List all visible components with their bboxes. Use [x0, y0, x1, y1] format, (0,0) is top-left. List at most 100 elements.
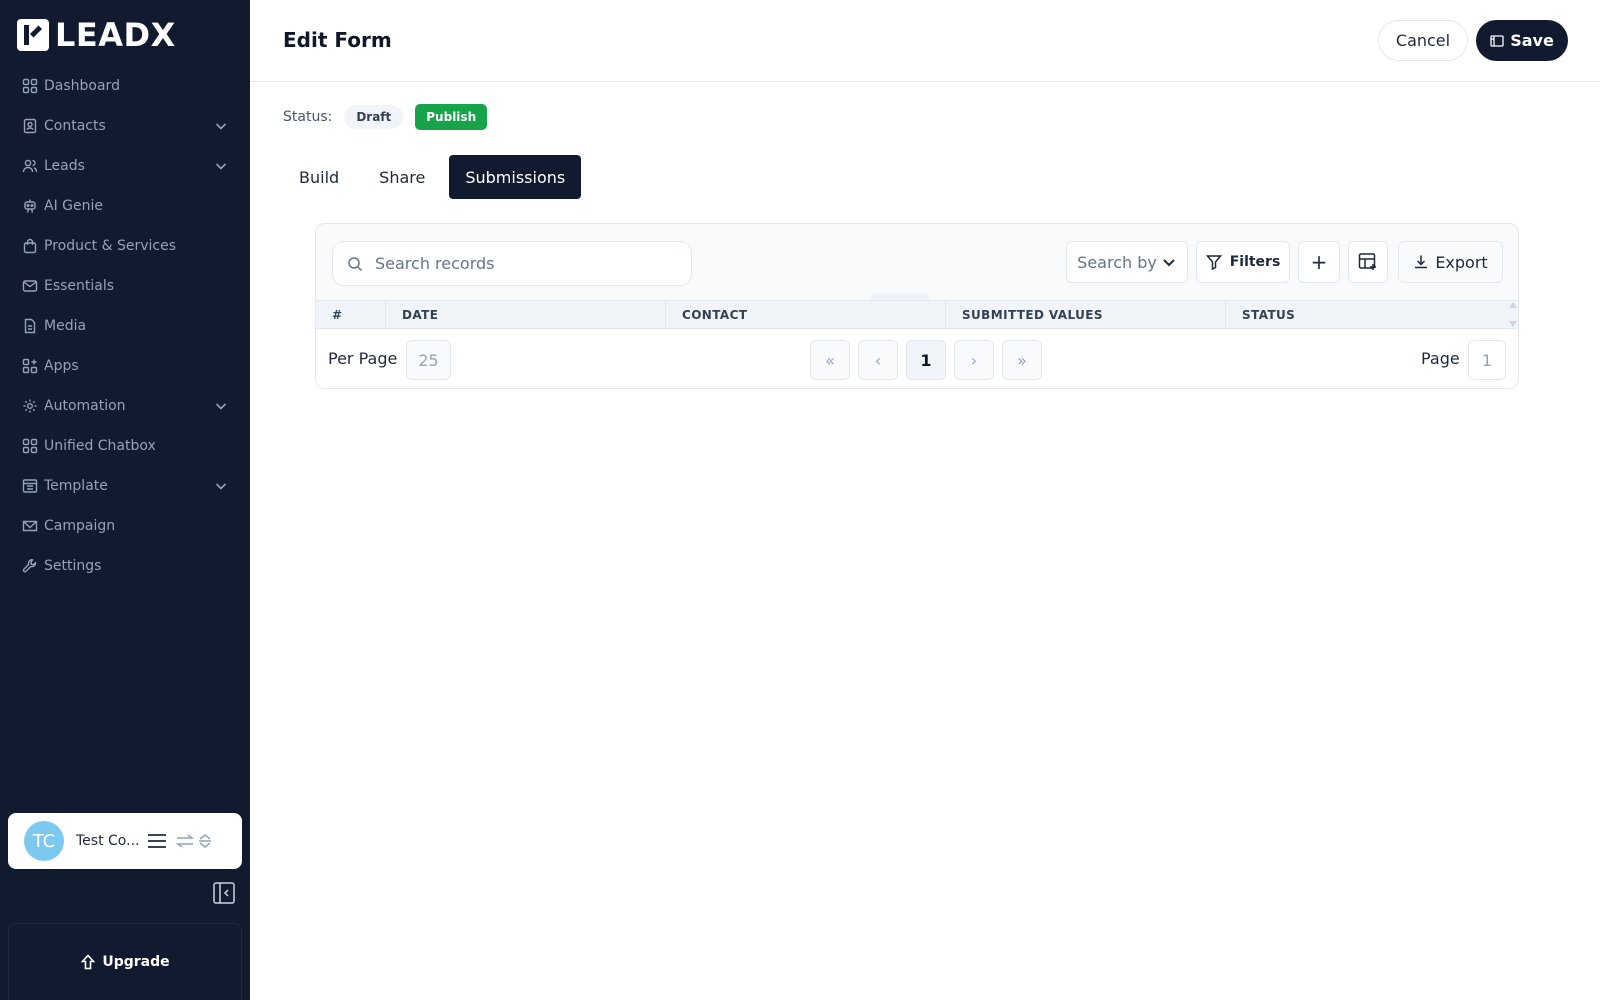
sidebar-item-template[interactable]: Template — [0, 466, 250, 506]
sidebar-item-label: AI Genie — [44, 198, 103, 214]
sidebar-item-unified-chatbox[interactable]: Unified Chatbox — [0, 426, 250, 466]
chevron-down-icon[interactable] — [214, 399, 228, 413]
sidebar-nav: Dashboard Contacts Leads AI Genie Produc… — [0, 66, 250, 586]
chevron-down-icon[interactable] — [214, 119, 228, 133]
column-header-submitted-values[interactable]: SUBMITTED VALUES — [946, 301, 1226, 328]
sidebar-item-campaign[interactable]: Campaign — [0, 506, 250, 546]
upgrade-label: Upgrade — [102, 954, 170, 970]
save-icon — [1490, 34, 1504, 47]
column-header-index[interactable]: # — [316, 301, 386, 328]
users-icon — [22, 158, 38, 174]
main-content: Edit Form Cancel Save Status: Draft Publ… — [250, 0, 1600, 1000]
save-button[interactable]: Save — [1476, 20, 1568, 61]
save-label: Save — [1510, 31, 1554, 50]
grid-icon — [22, 438, 38, 454]
sidebar: LEADX Dashboard Contacts Leads AI Genie … — [0, 0, 250, 1000]
per-page-select[interactable]: 25 — [406, 340, 451, 380]
template-icon — [22, 478, 38, 494]
brand-logo[interactable]: LEADX — [17, 16, 176, 54]
draft-status-button[interactable]: Draft — [344, 105, 404, 129]
filters-button[interactable]: Filters — [1196, 241, 1290, 283]
tab-build[interactable]: Build — [283, 155, 355, 199]
sidebar-item-label: Automation — [44, 398, 126, 414]
export-button[interactable]: Export — [1398, 241, 1503, 283]
search-by-dropdown[interactable]: Search by — [1066, 241, 1188, 283]
switch-arrows-icon[interactable] — [174, 830, 196, 852]
chevron-down-icon — [1163, 259, 1175, 267]
sidebar-item-label: Media — [44, 318, 87, 334]
sidebar-item-settings[interactable]: Settings — [0, 546, 250, 586]
submissions-table-card: Search by Filters + Export # DATE CONTAC… — [315, 223, 1519, 389]
avatar: TC — [24, 821, 64, 861]
export-label: Export — [1435, 252, 1488, 272]
sidebar-item-label: Settings — [44, 558, 102, 574]
user-switcher[interactable]: TC Test Co... — [8, 813, 242, 869]
upload-arrow-icon — [81, 954, 96, 970]
add-record-button[interactable]: + — [1298, 241, 1340, 283]
chevron-down-icon[interactable] — [214, 159, 228, 173]
sidebar-item-label: Campaign — [44, 518, 116, 534]
status-label: Status: — [283, 109, 333, 125]
search-icon — [348, 256, 363, 271]
sidebar-item-label: Dashboard — [44, 78, 120, 94]
form-tabs: Build Share Submissions — [283, 155, 582, 199]
publish-status-button[interactable]: Publish — [415, 104, 488, 130]
chevron-down-icon[interactable] — [214, 479, 228, 493]
sidebar-item-product-services[interactable]: Product & Services — [0, 226, 250, 266]
first-page-button[interactable]: « — [810, 340, 850, 380]
user-name: Test Co... — [76, 833, 140, 849]
page-number-input[interactable]: 1 — [1468, 340, 1506, 380]
filters-label: Filters — [1229, 254, 1281, 270]
next-page-button[interactable]: › — [954, 340, 994, 380]
vertical-scrollbar[interactable] — [1506, 301, 1518, 328]
sidebar-item-ai-genie[interactable]: AI Genie — [0, 186, 250, 226]
pagination-bar: Per Page 25 « ‹ 1 › » Page 1 — [316, 330, 1518, 388]
logo-mark-icon — [17, 19, 49, 51]
menu-icon[interactable] — [146, 830, 168, 852]
grid-icon — [22, 78, 38, 94]
sidebar-item-label: Template — [44, 478, 108, 494]
collapse-sidebar-icon[interactable] — [213, 882, 235, 904]
sidebar-item-media[interactable]: Media — [0, 306, 250, 346]
scroll-up-icon[interactable] — [1508, 301, 1518, 309]
sidebar-item-contacts[interactable]: Contacts — [0, 106, 250, 146]
sidebar-item-label: Leads — [44, 158, 85, 174]
sidebar-item-apps[interactable]: Apps — [0, 346, 250, 386]
tab-submissions[interactable]: Submissions — [449, 155, 582, 199]
shopping-bag-icon — [22, 238, 38, 254]
sidebar-item-label: Contacts — [44, 118, 106, 134]
column-header-contact[interactable]: CONTACT — [666, 301, 946, 328]
mail-icon — [22, 278, 38, 294]
sidebar-item-label: Unified Chatbox — [44, 438, 156, 454]
last-page-button[interactable]: » — [1002, 340, 1042, 380]
sidebar-item-label: Product & Services — [44, 238, 177, 254]
apps-grid-icon — [22, 358, 38, 374]
file-icon — [22, 318, 38, 334]
page-label: Page — [1421, 349, 1460, 368]
expand-collapse-icon[interactable] — [198, 830, 212, 852]
robot-icon — [22, 198, 38, 214]
filter-icon — [1205, 255, 1222, 270]
tab-share[interactable]: Share — [363, 155, 441, 199]
page-title: Edit Form — [283, 28, 392, 52]
current-page-button[interactable]: 1 — [906, 340, 946, 380]
per-page-label: Per Page — [328, 349, 398, 368]
column-header-date[interactable]: DATE — [386, 301, 666, 328]
table-header: # DATE CONTACT SUBMITTED VALUES STATUS — [316, 300, 1518, 329]
contact-book-icon — [22, 118, 38, 134]
sidebar-item-leads[interactable]: Leads — [0, 146, 250, 186]
cancel-button[interactable]: Cancel — [1378, 20, 1468, 61]
search-field[interactable] — [332, 241, 692, 286]
upgrade-button[interactable]: Upgrade — [8, 923, 242, 1000]
previous-page-button[interactable]: ‹ — [858, 340, 898, 380]
column-header-status[interactable]: STATUS — [1226, 301, 1506, 328]
columns-settings-button[interactable] — [1348, 241, 1388, 283]
table-settings-icon — [1358, 253, 1376, 270]
sidebar-item-dashboard[interactable]: Dashboard — [0, 66, 250, 106]
sidebar-item-essentials[interactable]: Essentials — [0, 266, 250, 306]
brand-name: LEADX — [55, 16, 176, 54]
scroll-down-icon[interactable] — [1508, 320, 1518, 328]
search-by-label: Search by — [1077, 252, 1157, 272]
search-input[interactable] — [375, 254, 665, 273]
sidebar-item-automation[interactable]: Automation — [0, 386, 250, 426]
